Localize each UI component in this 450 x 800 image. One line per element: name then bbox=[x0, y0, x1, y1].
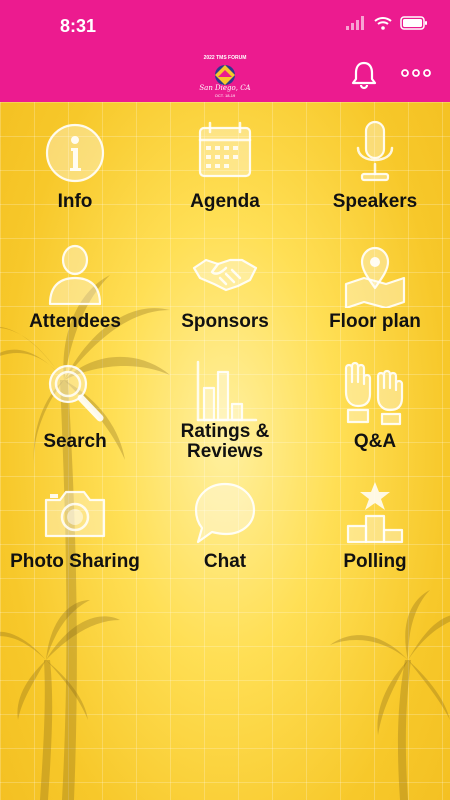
tile-label: Agenda bbox=[190, 191, 260, 212]
podium-icon bbox=[346, 482, 404, 544]
tile-label: Q&A bbox=[353, 431, 397, 452]
info-icon bbox=[45, 123, 105, 183]
tile-label: Attendees bbox=[29, 311, 121, 332]
handshake-icon bbox=[192, 258, 258, 292]
tile-chat[interactable]: Chat bbox=[150, 468, 300, 588]
tile-label: Info bbox=[57, 191, 93, 212]
notification-bell-icon[interactable] bbox=[350, 60, 378, 90]
logo-script: San Diego, CA bbox=[199, 84, 250, 92]
tile-label: Floor plan bbox=[329, 311, 421, 332]
tile-ratings-reviews[interactable]: Ratings & Reviews bbox=[150, 348, 300, 468]
microphone-icon bbox=[356, 120, 394, 182]
tile-photo-sharing[interactable]: Photo Sharing bbox=[0, 468, 150, 588]
tile-label: Polling bbox=[343, 551, 407, 572]
tile-label: Search bbox=[43, 431, 107, 452]
tile-label: Speakers bbox=[332, 191, 418, 212]
tile-agenda[interactable]: Agenda bbox=[150, 108, 300, 228]
tile-label: Chat bbox=[203, 551, 247, 572]
tile-floor-plan[interactable]: Floor plan bbox=[300, 228, 450, 348]
wifi-icon bbox=[374, 17, 392, 30]
tile-label: Photo Sharing bbox=[10, 551, 140, 572]
person-icon bbox=[48, 244, 102, 306]
tile-attendees[interactable]: Attendees bbox=[0, 228, 150, 348]
tile-sponsors[interactable]: Sponsors bbox=[150, 228, 300, 348]
tile-qa[interactable]: Q&A bbox=[300, 348, 450, 468]
map-pin-icon bbox=[344, 246, 406, 308]
tile-info[interactable]: Info bbox=[0, 108, 150, 228]
more-options-icon[interactable] bbox=[400, 68, 432, 78]
status-time: 8:31 bbox=[60, 16, 97, 36]
app-header: 8:31 2022 TMS FORUM San Diego, CA OCT. 1… bbox=[0, 0, 450, 102]
tile-label: Sponsors bbox=[181, 311, 269, 332]
chat-bubble-icon bbox=[194, 482, 256, 544]
logo-top-text: 2022 TMS FORUM bbox=[204, 55, 247, 61]
signal-icon bbox=[346, 16, 364, 30]
tile-polling[interactable]: Polling bbox=[300, 468, 450, 588]
camera-icon bbox=[44, 490, 106, 538]
event-logo: 2022 TMS FORUM San Diego, CA OCT. 18-19 bbox=[199, 55, 250, 98]
calendar-icon bbox=[198, 121, 252, 178]
logo-dates: OCT. 18-19 bbox=[215, 93, 236, 98]
status-icons bbox=[346, 16, 428, 30]
battery-icon bbox=[400, 16, 427, 30]
magnifier-icon bbox=[48, 364, 104, 422]
tile-search[interactable]: Search bbox=[0, 348, 150, 468]
bar-chart-icon bbox=[196, 360, 258, 422]
tile-label: Ratings & Reviews bbox=[180, 421, 270, 462]
app-screen: 8:31 2022 TMS FORUM San Diego, CA OCT. 1… bbox=[0, 0, 450, 800]
tile-speakers[interactable]: Speakers bbox=[300, 108, 450, 228]
raised-hands-icon bbox=[344, 361, 404, 426]
